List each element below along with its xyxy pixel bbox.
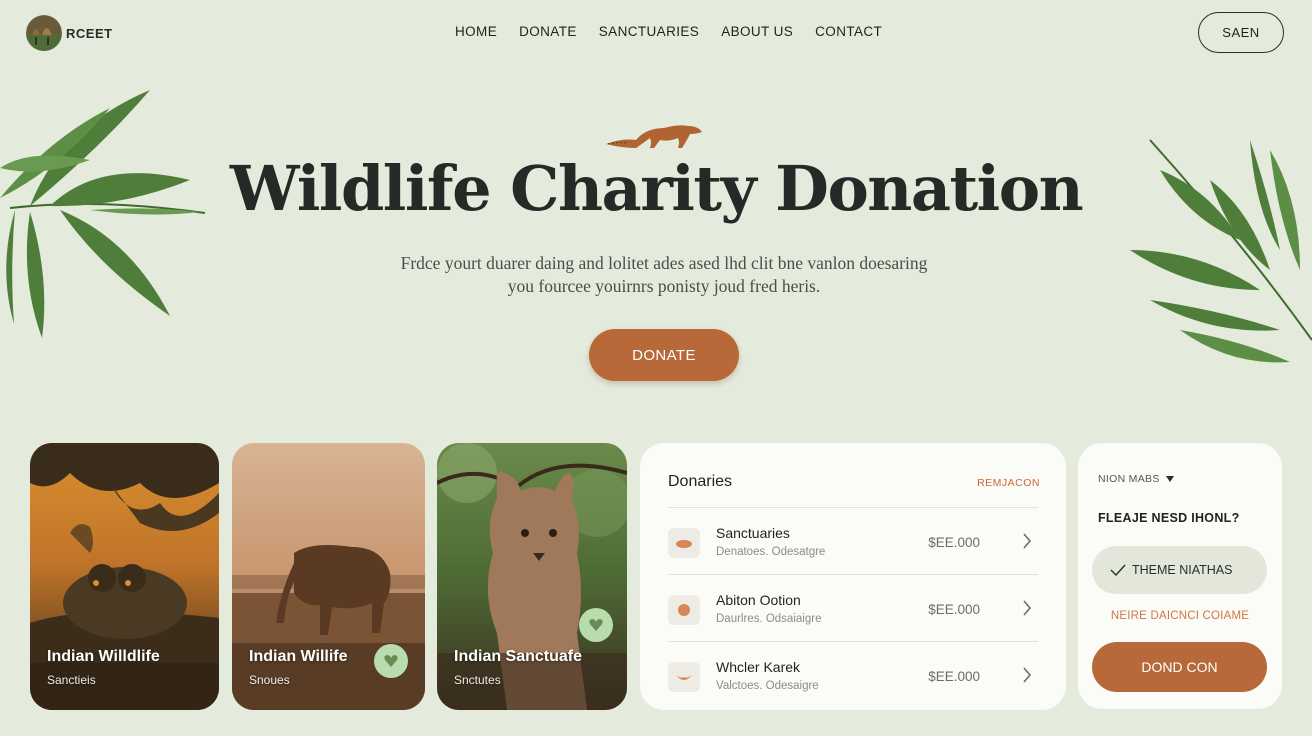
page-title: Wildlife Charity Donation <box>229 152 1084 225</box>
theme-option-label: THEME NIATHAS <box>1132 563 1233 577</box>
nav-home[interactable]: HOME <box>444 24 508 39</box>
donation-subtitle: Daurlres. Odsaiaigre <box>716 613 822 625</box>
donation-subtitle: Valctoes. Odesaigre <box>716 680 819 692</box>
hero-subtitle-line: you fourcee youirnrs ponisty joud fred h… <box>507 276 821 296</box>
nav-about-us[interactable]: ABOUT US <box>710 24 804 39</box>
donation-title: Sanctuaries <box>716 525 790 541</box>
donation-thumb <box>668 528 700 558</box>
quick-donate-panel: NION MABS FLEAJE NESD IHONL? THEME NIATH… <box>1078 443 1282 709</box>
card-image <box>30 443 219 710</box>
chevron-right-icon[interactable] <box>1022 532 1032 550</box>
card-title: Indian Willdlife <box>47 648 160 665</box>
hero-subtitle-line: Frdce yourt duarer daing and lolitet ade… <box>400 253 928 273</box>
sanctuary-card[interactable]: Indian Sanctuafe Snctutes <box>437 443 627 710</box>
panel-question: FLEAJE NESD IHONL? <box>1098 511 1240 525</box>
nav-sanctuaries[interactable]: SANCTUARIES <box>588 24 710 39</box>
donation-title: Abiton Ootion <box>716 592 801 608</box>
sanctuary-card[interactable]: Indian Willdlife Sanctieis <box>30 443 219 710</box>
caret-down-icon <box>1165 476 1174 482</box>
sanctuary-card[interactable]: Indian Willife Snoues <box>232 443 425 710</box>
card-subtitle: Snctutes <box>454 673 501 687</box>
donations-panel: Donaries REMJACON Sanctuaries Denatoes. … <box>640 443 1066 710</box>
brand-name: RCEET <box>66 25 113 41</box>
favorite-button[interactable] <box>579 608 613 642</box>
donation-amount: $EE.000 <box>928 602 980 617</box>
logo-icon <box>26 15 62 51</box>
donation-subtitle: Denatoes. Odesatgre <box>716 546 826 558</box>
donation-row[interactable]: Sanctuaries Denatoes. Odesatgre $EE.000 <box>668 507 1038 574</box>
heart-icon <box>589 619 603 631</box>
heart-icon <box>384 655 398 667</box>
nav-contact[interactable]: CONTACT <box>804 24 893 39</box>
card-subtitle: Snoues <box>249 673 290 687</box>
save-button[interactable]: SAEN <box>1198 12 1284 53</box>
donation-list: Sanctuaries Denatoes. Odesatgre $EE.000 … <box>668 507 1038 708</box>
top-navigation: RCEET HOME DONATE SANCTUARIES ABOUT US C… <box>0 0 1312 66</box>
donation-amount: $EE.000 <box>928 535 980 550</box>
paw-icon <box>676 540 692 548</box>
main-menu: HOME DONATE SANCTUARIES ABOUT US CONTACT <box>444 24 893 39</box>
secondary-link[interactable]: NEIRE DAICNCI COIAME <box>1078 610 1282 622</box>
donate-button[interactable]: DONATE <box>589 329 739 381</box>
donation-row[interactable]: Abiton Ootion Daurlres. Odsaiaigre $EE.0… <box>668 574 1038 641</box>
hero-subtitle: Frdce yourt duarer daing and lolitet ade… <box>356 252 972 298</box>
mongoose-icon <box>606 125 702 148</box>
nav-donate[interactable]: DONATE <box>508 24 588 39</box>
card-subtitle: Sanctieis <box>47 673 96 687</box>
donation-amount: $EE.000 <box>928 669 980 684</box>
favorite-button[interactable] <box>374 644 408 678</box>
donation-thumb <box>668 662 700 692</box>
panel-title: Donaries <box>668 473 733 490</box>
theme-option[interactable]: THEME NIATHAS <box>1092 546 1267 594</box>
paw-icon <box>676 675 692 680</box>
card-title: Indian Willife <box>249 648 348 665</box>
card-title: Indian Sanctuafe <box>454 648 583 665</box>
donation-row[interactable]: Whcler Karek Valctoes. Odesaigre $EE.000 <box>668 641 1038 708</box>
donate-now-button[interactable]: DOND CON <box>1092 642 1267 692</box>
paw-icon <box>678 604 690 616</box>
chevron-right-icon[interactable] <box>1022 599 1032 617</box>
donation-thumb <box>668 595 700 625</box>
donation-title: Whcler Karek <box>716 659 801 675</box>
brand-logo[interactable]: RCEET <box>26 15 113 51</box>
panel-action-link[interactable]: REMJACON <box>977 477 1040 489</box>
chevron-right-icon[interactable] <box>1022 666 1032 684</box>
check-icon <box>1110 564 1126 576</box>
filter-dropdown[interactable]: NION MABS <box>1098 473 1174 485</box>
card-image <box>437 443 627 710</box>
dropdown-label: NION MABS <box>1098 473 1160 485</box>
